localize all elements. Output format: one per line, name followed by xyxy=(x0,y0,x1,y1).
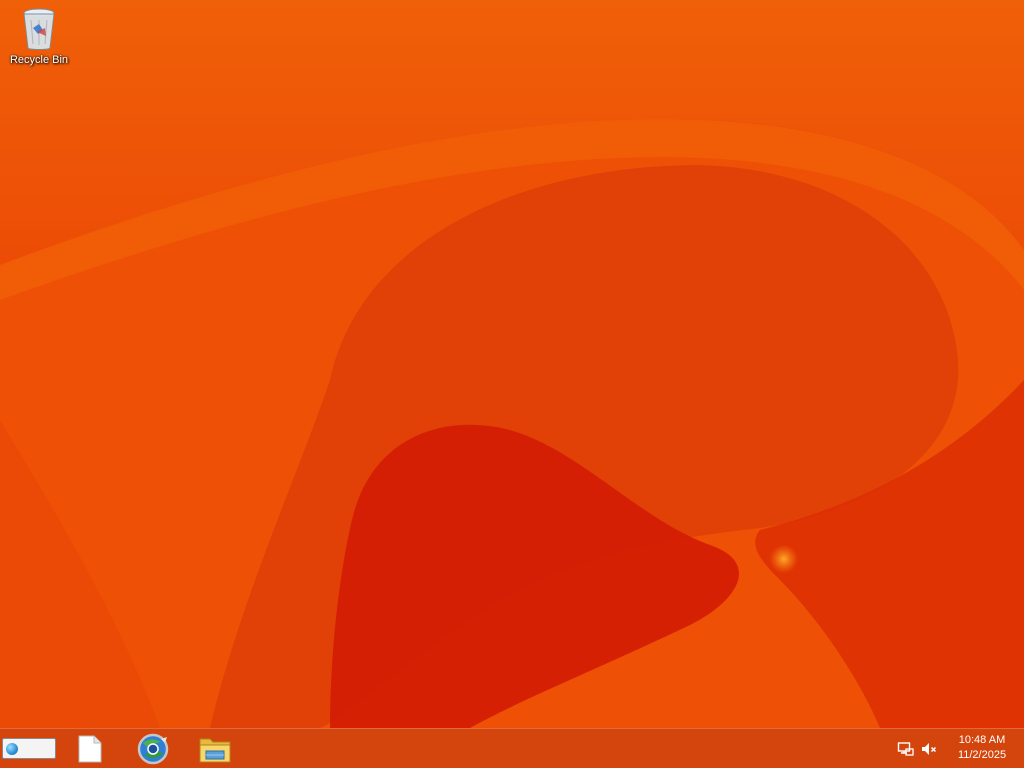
wallpaper xyxy=(0,0,1024,768)
folder-icon xyxy=(199,738,231,763)
document-icon xyxy=(78,735,102,763)
clock-time: 10:48 AM xyxy=(958,734,1006,746)
volume-muted-icon[interactable] xyxy=(920,740,938,758)
network-icon[interactable] xyxy=(897,740,915,758)
start-button[interactable] xyxy=(2,738,56,759)
taskbar: 10:48 AM 11/2/2025 xyxy=(0,728,1024,768)
desktop-icon-label: Recycle Bin xyxy=(9,54,69,66)
globe-icon xyxy=(6,742,18,755)
taskbar-clock[interactable]: 10:48 AM 11/2/2025 xyxy=(946,733,1018,765)
taskbar-pinned-browser[interactable] xyxy=(135,732,171,766)
clock-date: 11/2/2025 xyxy=(957,749,1007,761)
recycle-bin-icon xyxy=(23,8,55,50)
desktop[interactable]: Recycle Bin 10:48 AM 11/2/2025 xyxy=(0,0,1024,768)
browser-icon xyxy=(137,733,169,765)
desktop-icon-recycle-bin[interactable]: Recycle Bin xyxy=(6,6,72,76)
taskbar-pinned-file-explorer[interactable] xyxy=(197,732,233,766)
taskbar-pinned-document[interactable] xyxy=(72,732,108,766)
